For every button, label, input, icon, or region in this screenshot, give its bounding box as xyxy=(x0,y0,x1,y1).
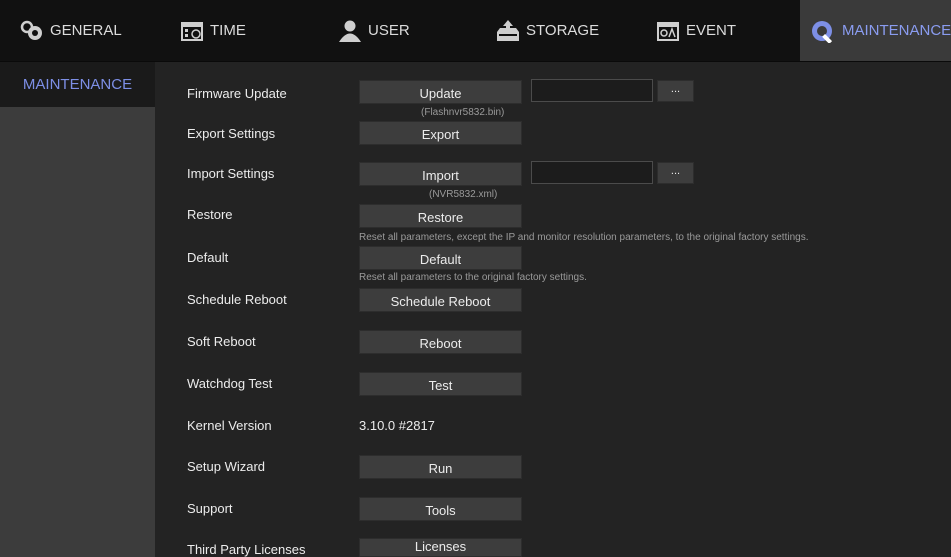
import-file-input[interactable] xyxy=(531,161,653,184)
restore-label: Restore xyxy=(187,207,233,222)
tab-time[interactable]: TIME xyxy=(178,0,318,61)
default-label: Default xyxy=(187,250,229,265)
tab-label: EVENT xyxy=(686,22,737,39)
setup-wizard-label: Setup Wizard xyxy=(187,459,266,474)
export-settings-label: Export Settings xyxy=(187,126,276,141)
tab-label: STORAGE xyxy=(526,22,600,39)
support-label: Support xyxy=(187,501,233,516)
run-button[interactable]: Run xyxy=(359,455,522,479)
user-icon xyxy=(336,19,364,43)
schedule-reboot-label: Schedule Reboot xyxy=(187,292,287,307)
tab-maintenance[interactable]: MAINTENANCE xyxy=(800,0,951,61)
kernel-version-value: 3.10.0 #2817 xyxy=(359,418,435,433)
tab-event[interactable]: EVENT xyxy=(654,0,794,61)
restore-button[interactable]: Restore xyxy=(359,204,522,228)
default-hint: Reset all parameters to the original fac… xyxy=(359,272,587,283)
top-tab-bar: GENERAL TIME USER STORAGE EVENT MAINTENA… xyxy=(0,0,951,62)
event-calendar-icon xyxy=(654,19,682,43)
tab-label: MAINTENANCE xyxy=(842,22,951,39)
gear-icon xyxy=(18,19,46,43)
restore-hint: Reset all parameters, except the IP and … xyxy=(359,232,809,243)
schedule-reboot-button[interactable]: Schedule Reboot xyxy=(359,288,522,312)
firmware-file-hint: (Flashnvr5832.bin) xyxy=(421,107,505,118)
tab-storage[interactable]: STORAGE xyxy=(494,0,634,61)
firmware-browse-button[interactable]: ... xyxy=(657,80,694,102)
export-button[interactable]: Export xyxy=(359,121,522,145)
calendar-clock-icon xyxy=(178,19,206,43)
sidebar-item-label: MAINTENANCE xyxy=(22,76,133,93)
firmware-file-input[interactable] xyxy=(531,79,653,102)
tab-label: GENERAL xyxy=(50,22,122,39)
kernel-version-label: Kernel Version xyxy=(187,418,272,433)
import-file-hint: (NVR5832.xml) xyxy=(429,189,498,200)
watchdog-test-label: Watchdog Test xyxy=(187,376,273,391)
update-button[interactable]: Update xyxy=(359,80,522,104)
tab-label: USER xyxy=(368,22,410,39)
sidebar-item-maintenance[interactable]: MAINTENANCE xyxy=(0,62,155,107)
firmware-update-label: Firmware Update xyxy=(187,86,287,101)
test-button[interactable]: Test xyxy=(359,372,522,396)
sidebar: MAINTENANCE xyxy=(0,62,155,557)
import-button[interactable]: Import xyxy=(359,162,522,186)
tab-label: TIME xyxy=(210,22,246,39)
storage-icon xyxy=(494,19,522,43)
tab-general[interactable]: GENERAL xyxy=(18,0,158,61)
import-browse-button[interactable]: ... xyxy=(657,162,694,184)
default-button[interactable]: Default xyxy=(359,246,522,270)
maintenance-icon xyxy=(810,19,838,44)
reboot-button[interactable]: Reboot xyxy=(359,330,522,354)
licenses-button[interactable]: Licenses xyxy=(359,538,522,557)
import-settings-label: Import Settings xyxy=(187,166,275,181)
soft-reboot-label: Soft Reboot xyxy=(187,334,256,349)
third-party-licenses-label: Third Party Licenses xyxy=(187,542,306,557)
tab-user[interactable]: USER xyxy=(336,0,476,61)
tools-button[interactable]: Tools xyxy=(359,497,522,521)
